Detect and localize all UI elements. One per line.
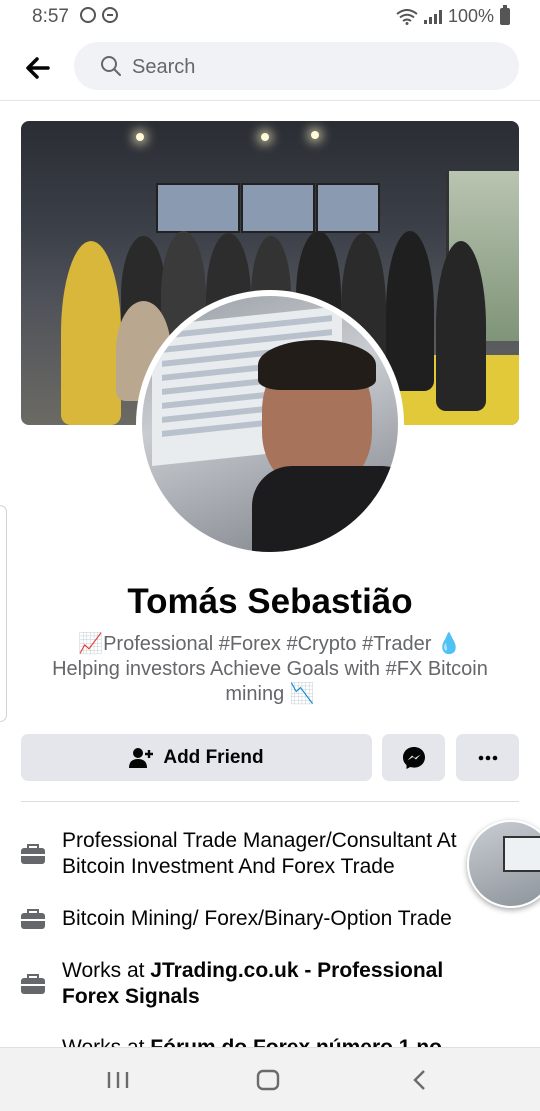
signal-icon xyxy=(423,9,442,24)
add-friend-icon xyxy=(129,747,154,768)
status-right: 100% xyxy=(396,5,510,27)
bio-line-2: Helping investors Achieve Goals with #FX… xyxy=(52,658,488,705)
search-icon xyxy=(101,56,121,76)
wifi-icon xyxy=(396,8,418,25)
messenger-icon xyxy=(402,746,425,769)
detail-item-works-at-1[interactable]: Works at JTrading.co.uk - Professional F… xyxy=(20,958,500,1010)
status-notification-icons xyxy=(80,7,118,23)
detail-item-work-1[interactable]: Professional Trade Manager/Consultant At… xyxy=(20,828,500,880)
profile-bio: 📈Professional #Forex #Crypto #Trader 💧 H… xyxy=(36,632,504,707)
bio-line-1: 📈Professional #Forex #Crypto #Trader 💧 xyxy=(78,633,462,655)
back-nav-icon[interactable] xyxy=(410,1066,430,1094)
viber-icon xyxy=(80,7,96,23)
more-icon xyxy=(478,755,497,760)
detail-prefix: Works at xyxy=(62,959,151,982)
status-bar: 8:57 100% xyxy=(0,0,540,34)
detail-text: Works at JTrading.co.uk - Professional F… xyxy=(62,958,500,1010)
home-icon[interactable] xyxy=(256,1066,280,1094)
search-input[interactable] xyxy=(130,42,494,92)
back-arrow-icon xyxy=(26,57,50,79)
recent-apps-icon[interactable] xyxy=(106,1066,130,1094)
briefcase-icon xyxy=(21,974,45,994)
add-friend-label: Add Friend xyxy=(163,746,264,768)
briefcase-icon xyxy=(21,909,45,929)
profile-name: Tomás Sebastião xyxy=(127,582,413,621)
do-not-disturb-icon xyxy=(102,7,118,23)
more-options-button[interactable] xyxy=(456,734,519,781)
section-divider xyxy=(21,801,519,802)
detail-text: Professional Trade Manager/Consultant At… xyxy=(62,829,457,878)
search-bar[interactable] xyxy=(74,42,519,92)
system-navigation-bar xyxy=(0,1047,540,1111)
detail-text: Bitcoin Mining/ Forex/Binary-Option Trad… xyxy=(62,907,452,930)
message-button[interactable] xyxy=(382,734,445,781)
status-time: 8:57 xyxy=(32,6,69,27)
detail-item-work-2[interactable]: Bitcoin Mining/ Forex/Binary-Option Trad… xyxy=(20,906,500,932)
battery-icon xyxy=(500,5,510,25)
search-header xyxy=(0,40,540,101)
back-button[interactable] xyxy=(22,52,54,84)
detail-item-works-at-2[interactable]: Works at Fórum do Forex número 1 no xyxy=(20,1034,500,1048)
chat-head-bubble[interactable] xyxy=(467,820,540,908)
briefcase-icon xyxy=(21,844,45,864)
profile-picture[interactable] xyxy=(136,290,404,558)
battery-percent: 100% xyxy=(447,6,494,26)
add-friend-button[interactable]: Add Friend xyxy=(21,734,372,781)
